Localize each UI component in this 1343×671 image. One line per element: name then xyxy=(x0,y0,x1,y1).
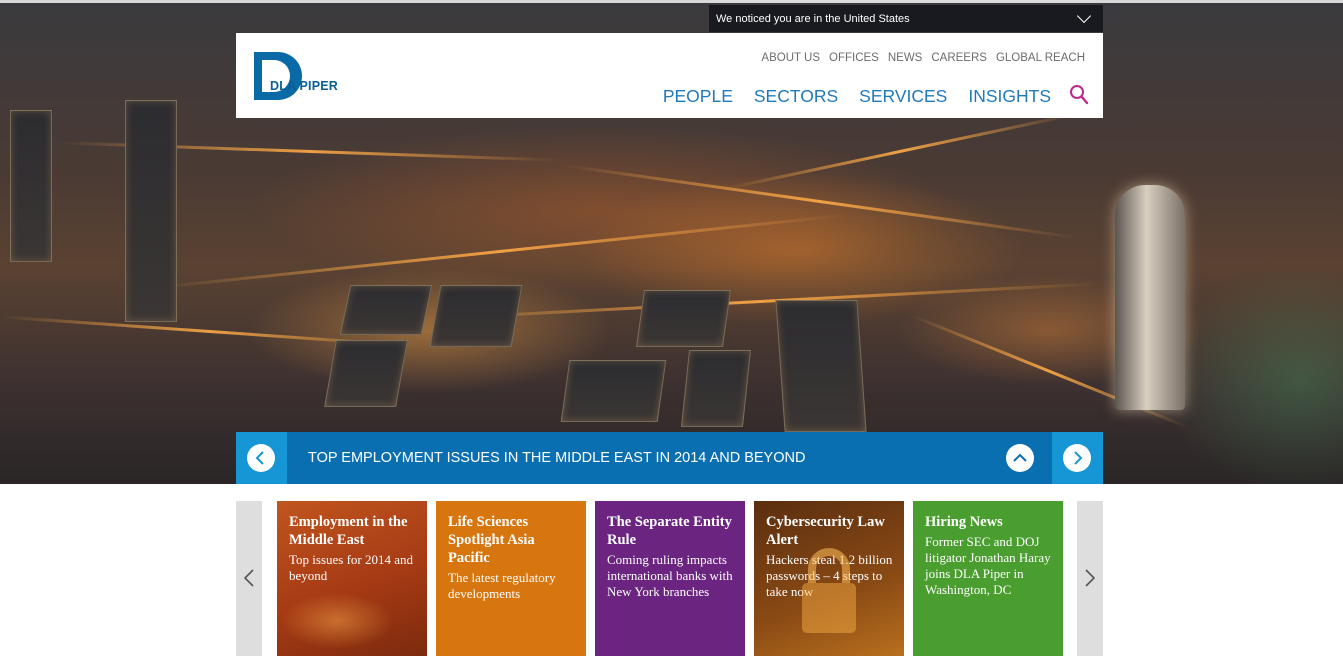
tile-title: The Separate Entity Rule xyxy=(607,514,732,548)
carousel-next-button[interactable] xyxy=(1077,501,1103,656)
nav-about-us[interactable]: ABOUT US xyxy=(761,52,820,64)
logo-text: DLA PIPER xyxy=(270,79,339,93)
nav-offices[interactable]: OFFICES xyxy=(829,52,879,64)
arrow-right-icon xyxy=(1074,451,1083,465)
tile-employment-middle-east[interactable]: Employment in the Middle East Top issues… xyxy=(277,501,427,656)
tile-text: Top issues for 2014 and beyond xyxy=(289,552,414,583)
tile-text: Hackers steal 1.2 billion passwords – 4 … xyxy=(766,552,893,599)
tile-text: Former SEC and DOJ litigator Jonathan Ha… xyxy=(925,534,1051,597)
tile-separate-entity-rule[interactable]: The Separate Entity Rule Coming ruling i… xyxy=(595,501,745,656)
banner-next-area xyxy=(1052,432,1103,484)
nav-sectors[interactable]: SECTORS xyxy=(754,86,838,107)
chevron-left-icon xyxy=(243,569,254,587)
search-icon xyxy=(1070,85,1089,105)
tile-title: Cybersecurity Law Alert xyxy=(766,514,885,548)
tile-text: Coming ruling impacts international bank… xyxy=(607,552,733,599)
banner-prev-button[interactable] xyxy=(247,444,275,472)
nav-services[interactable]: SERVICES xyxy=(859,86,947,107)
nav-global-reach[interactable]: GLOBAL REACH xyxy=(996,52,1085,64)
tile-hiring-news[interactable]: Hiring News Former SEC and DOJ litigator… xyxy=(913,501,1063,656)
banner-next-button[interactable] xyxy=(1063,444,1091,472)
tile-title: Hiring News xyxy=(925,514,1003,530)
main-nav: PEOPLE SECTORS SERVICES INSIGHTS xyxy=(663,86,1051,107)
tile-text: The latest regulatory developments xyxy=(448,570,556,601)
banner-collapse-button[interactable] xyxy=(1006,444,1034,472)
top-divider xyxy=(0,0,1343,3)
banner-prev-area xyxy=(236,432,287,484)
nav-insights[interactable]: INSIGHTS xyxy=(968,86,1051,107)
chevron-up-icon xyxy=(1013,453,1027,462)
logo[interactable]: DLA PIPER xyxy=(254,52,342,100)
banner-title[interactable]: TOP EMPLOYMENT ISSUES IN THE MIDDLE EAST… xyxy=(308,432,805,484)
search-button[interactable] xyxy=(1069,84,1089,106)
utility-nav: ABOUT US OFFICES NEWS CAREERS GLOBAL REA… xyxy=(761,52,1085,64)
tile-cybersecurity[interactable]: Cybersecurity Law Alert Hackers steal 1.… xyxy=(754,501,904,656)
insights-carousel: Employment in the Middle East Top issues… xyxy=(236,501,1103,671)
tile-life-sciences[interactable]: Life Sciences Spotlight Asia Pacific The… xyxy=(436,501,586,656)
location-notice-text: We noticed you are in the United States xyxy=(716,12,910,25)
nav-news[interactable]: NEWS xyxy=(888,52,923,64)
tile-title: Life Sciences Spotlight Asia Pacific xyxy=(448,514,535,566)
arrow-left-icon xyxy=(255,451,264,465)
chevron-right-icon xyxy=(1085,569,1096,587)
chevron-down-icon[interactable] xyxy=(1076,8,1092,24)
carousel-prev-button[interactable] xyxy=(236,501,262,656)
location-notice[interactable]: We noticed you are in the United States xyxy=(709,5,1103,32)
tile-title: Employment in the Middle East xyxy=(289,514,408,548)
nav-careers[interactable]: CAREERS xyxy=(931,52,987,64)
feature-banner: TOP EMPLOYMENT ISSUES IN THE MIDDLE EAST… xyxy=(236,432,1103,484)
nav-people[interactable]: PEOPLE xyxy=(663,86,733,107)
site-header: DLA PIPER ABOUT US OFFICES NEWS CAREERS … xyxy=(236,33,1103,118)
